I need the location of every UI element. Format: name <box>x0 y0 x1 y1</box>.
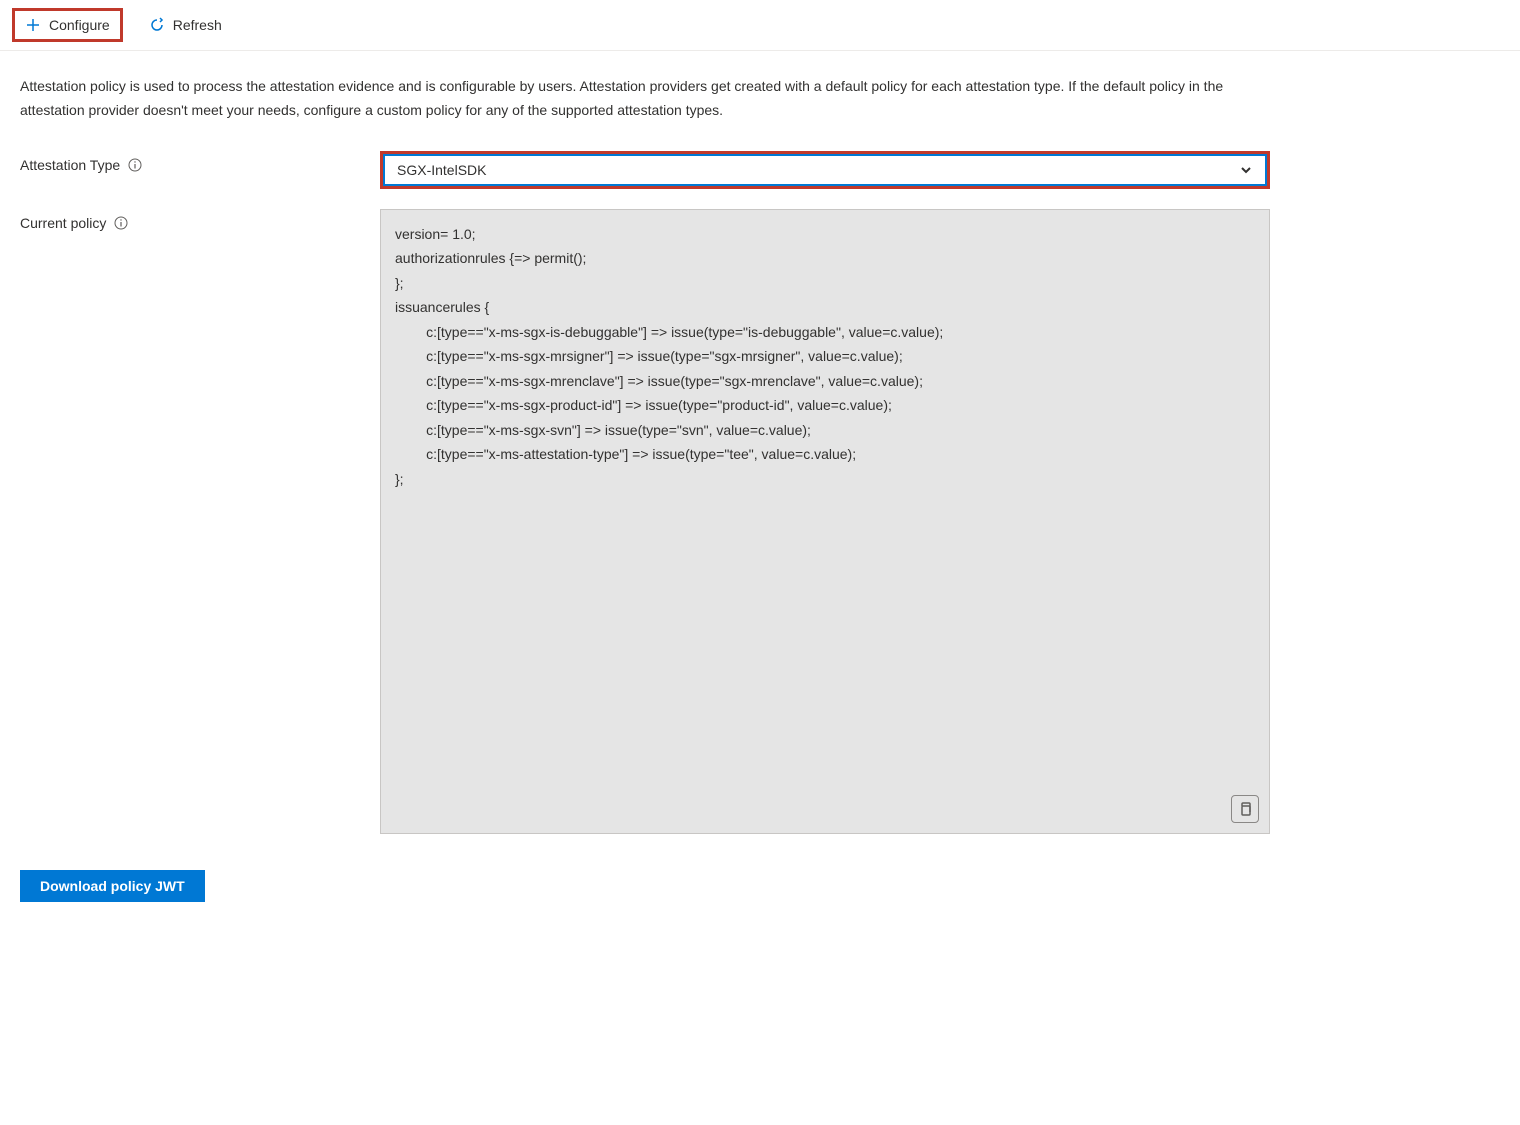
current-policy-label-group: Current policy <box>20 209 380 231</box>
download-jwt-button[interactable]: Download policy JWT <box>20 870 205 902</box>
info-icon[interactable] <box>114 216 128 230</box>
current-policy-label: Current policy <box>20 215 106 231</box>
current-policy-control: version= 1.0; authorizationrules {=> per… <box>380 209 1270 834</box>
refresh-button[interactable]: Refresh <box>139 11 232 39</box>
refresh-label: Refresh <box>173 17 222 33</box>
description-text: Attestation policy is used to process th… <box>20 75 1280 123</box>
plus-icon <box>25 17 41 33</box>
toolbar: Configure Refresh <box>0 0 1520 51</box>
policy-text-box[interactable]: version= 1.0; authorizationrules {=> per… <box>380 209 1270 834</box>
attestation-type-control: SGX-IntelSDK <box>380 151 1270 189</box>
copy-button[interactable] <box>1231 795 1259 823</box>
copy-icon <box>1238 802 1252 816</box>
attestation-type-select-highlight: SGX-IntelSDK <box>380 151 1270 189</box>
attestation-type-label-group: Attestation Type <box>20 151 380 173</box>
attestation-type-row: Attestation Type SGX-IntelSDK <box>20 151 1500 189</box>
configure-button[interactable]: Configure <box>12 8 123 42</box>
attestation-type-select[interactable]: SGX-IntelSDK <box>383 154 1267 186</box>
attestation-type-label: Attestation Type <box>20 157 120 173</box>
current-policy-row: Current policy version= 1.0; authorizati… <box>20 209 1500 834</box>
refresh-icon <box>149 17 165 33</box>
attestation-type-value: SGX-IntelSDK <box>397 162 486 178</box>
chevron-down-icon <box>1239 163 1253 177</box>
configure-label: Configure <box>49 17 110 33</box>
content-area: Attestation policy is used to process th… <box>0 51 1520 926</box>
info-icon[interactable] <box>128 158 142 172</box>
